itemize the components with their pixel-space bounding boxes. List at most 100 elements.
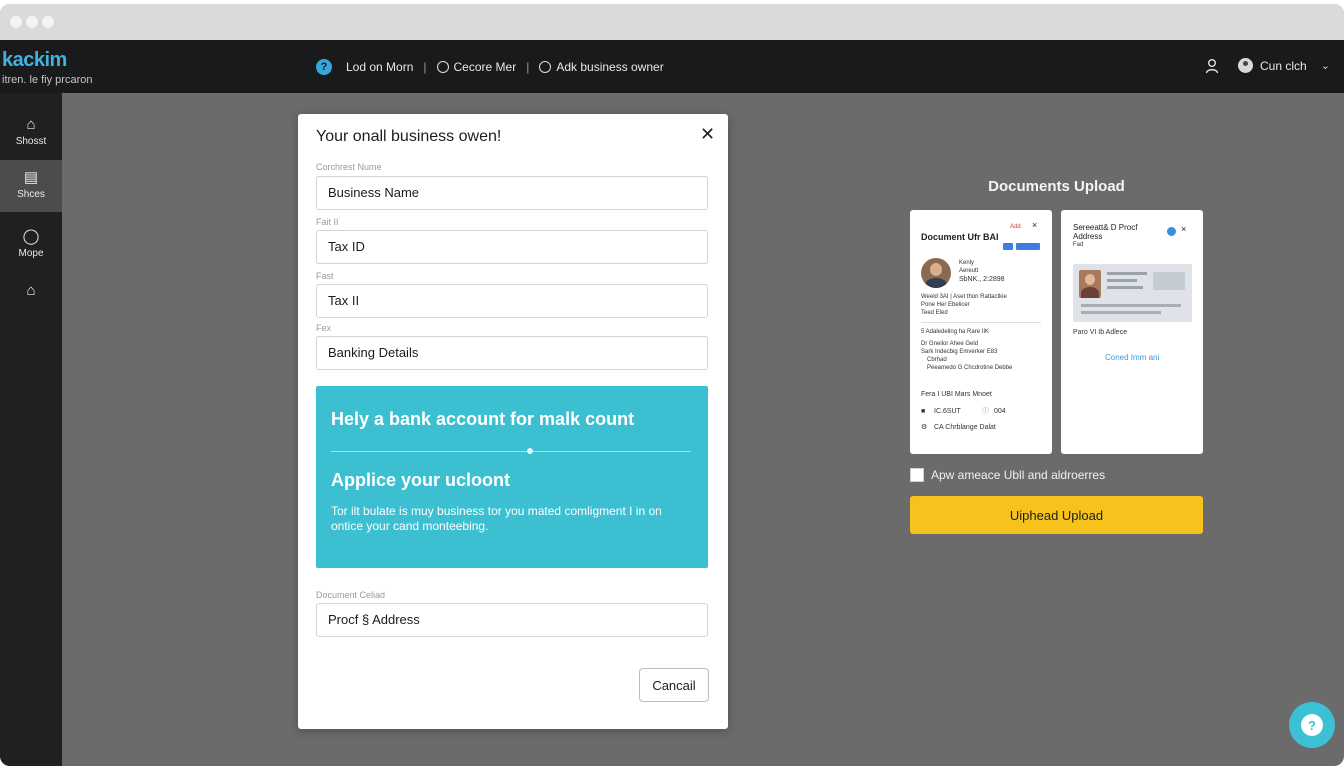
card-footer-a: IC.6SUT [934,408,961,415]
breadcrumb-item-1[interactable]: Lod on Morn [346,60,413,74]
agreement-checkbox[interactable] [910,468,924,482]
field-label: Fait II [316,217,339,227]
id-card-image [1073,264,1192,322]
id-line [1107,286,1143,289]
account-menu[interactable]: Cun clch ⌄ [1238,58,1330,73]
breadcrumb-item-3[interactable]: Adk business owner [556,60,663,74]
settings-icon: ⚙ [921,424,928,431]
shield-icon: ◯ [22,228,40,245]
card-desc: Weeld 3AI | Aset thon Rattactkie [921,294,1007,300]
id-line [1081,304,1181,307]
brand-subtitle: itren. le fiy prcaron [2,74,93,86]
upload-button[interactable]: Uiphead Upload [910,496,1203,534]
business-name-input[interactable]: Business Name [316,176,708,210]
card-link[interactable]: Coned Imm ani [1105,353,1159,362]
badge [1016,243,1040,250]
cancel-button[interactable]: Cancail [639,668,709,702]
person-photo [921,258,951,288]
sidebar-item-home[interactable]: ⌂ Shosst [0,107,62,159]
divider [921,322,1041,323]
agreement-checkbox-row[interactable]: Apw ameace Ubll and aldroerres [910,468,1105,482]
id-line [1107,279,1137,282]
close-icon[interactable]: ✕ [700,124,715,145]
bank-account-promo[interactable]: Hely a bank account for malk count Appli… [316,386,708,568]
sidebar: ⌂ Shosst ▤ Shces ◯ Mope ⌂ [0,93,62,766]
document-field-input[interactable]: Procf § Address [316,603,708,637]
chart-icon: ▤ [23,169,39,186]
sidebar-item-house[interactable]: ⌂ [0,273,62,325]
card-desc: Teed Eled [921,310,948,316]
clock-icon [436,61,449,73]
field-label: Corchrest Nume [316,162,382,172]
add-business-owner-modal: Your onall business owen! ✕ Corchrest Nu… [298,114,728,729]
window-close-dot[interactable] [10,16,22,28]
promo-divider-dot [527,448,533,454]
field-label: Fex [316,323,332,333]
sidebar-item-label: Shces [17,189,45,200]
banking-details-input[interactable]: Banking Details [316,336,708,370]
card-person-name: Kenly [959,260,975,266]
promo-heading: Hely a bank account for malk count [331,409,635,429]
tax-ii-input[interactable]: Tax II [316,284,708,318]
window-maximize-dot[interactable] [42,16,54,28]
document-card-2[interactable]: Sereeatt& D Procf Address Fad × Paro VI … [1061,210,1203,454]
id-line [1107,272,1147,275]
chat-icon: ? [1301,714,1323,736]
card-line: Peeamedo G Chcdrotine Debbe [927,365,1013,371]
field-label: Fast [316,271,334,281]
info-icon [1167,227,1176,236]
card-footer-title: Fera I UBI Mars Mnoet [921,391,992,398]
chevron-down-icon: ⌄ [1320,60,1330,72]
breadcrumb-item-2[interactable]: Cecore Mer [454,60,517,74]
card-line: 5 Adaledeling ha Rare IIK [921,329,990,335]
sidebar-item-label: Mope [18,248,44,259]
promo-subheading: Applice your ucloont [331,470,511,490]
account-name: Cun clch [1260,58,1307,73]
home-icon: ⌂ [26,116,36,133]
breadcrumb-separator: | [526,60,530,74]
card-footer-c: CA Chrblange Dalat [934,424,996,431]
help-icon: ? [316,59,332,75]
promo-body: Tor ilt bulate is muy business tor you m… [331,504,662,533]
card-footer-b: 004 [994,408,1006,415]
avatar [1238,58,1253,73]
user-icon[interactable] [1205,58,1219,74]
sidebar-item-shares[interactable]: ▤ Shces [0,160,62,212]
promo-divider [331,451,691,452]
window-minimize-dot[interactable] [26,16,38,28]
breadcrumb-separator: | [423,60,427,74]
card-person-id: SbNK., 2:2898 [959,276,1005,283]
id-block [1153,272,1185,290]
tax-id-input[interactable]: Tax ID [316,230,708,264]
card-caption: Paro VI Ib Adlece [1073,329,1128,336]
document-card-1[interactable]: Document Ufr BAI Add × Kenly Aereutt SbN… [910,210,1052,454]
documents-upload-title: Documents Upload [988,178,1125,195]
close-icon[interactable]: × [1181,225,1186,234]
info-icon: ⓘ [982,408,989,415]
breadcrumb: ? Lod on Morn | Cecore Mer | Adk busines… [316,58,664,76]
agreement-label: Apw ameace Ubll and aldroerres [931,468,1106,482]
close-icon[interactable]: × [1032,221,1037,230]
sidebar-item-more[interactable]: ◯ Mope [0,219,62,271]
card-title: Document Ufr BAI [921,232,999,242]
app-window: kackim itren. le fiy prcaron ? Lod on Mo… [0,4,1344,766]
brand-logo[interactable]: kackim [2,49,67,72]
badge [1003,243,1013,250]
card-line: Sark Indecbig Emverker E83 [921,349,998,355]
card-footer-a-icon: ■ [921,408,926,415]
id-line [1081,311,1161,314]
card-subtitle: Fad [1073,242,1084,248]
field-label: Document Celiad [316,590,386,600]
modal-title: Your onall business owen! [316,128,502,145]
window-titlebar [0,4,1344,40]
home-outline-icon: ⌂ [26,282,36,299]
top-navbar: kackim itren. le fiy prcaron ? Lod on Mo… [0,40,1344,93]
sidebar-item-label: Shosst [15,136,47,147]
chat-button[interactable]: ? [1289,702,1335,748]
card-line: Cbrhad [927,357,947,363]
card-person-role: Aereutt [959,268,979,274]
card-tag: Add [1010,224,1021,230]
card-line: Dr Gneilor Ahee Geld [921,341,979,347]
card-desc: Pone Her Ebelicer [921,302,970,308]
card-title: Sereeatt& D Procf Address [1073,223,1138,241]
